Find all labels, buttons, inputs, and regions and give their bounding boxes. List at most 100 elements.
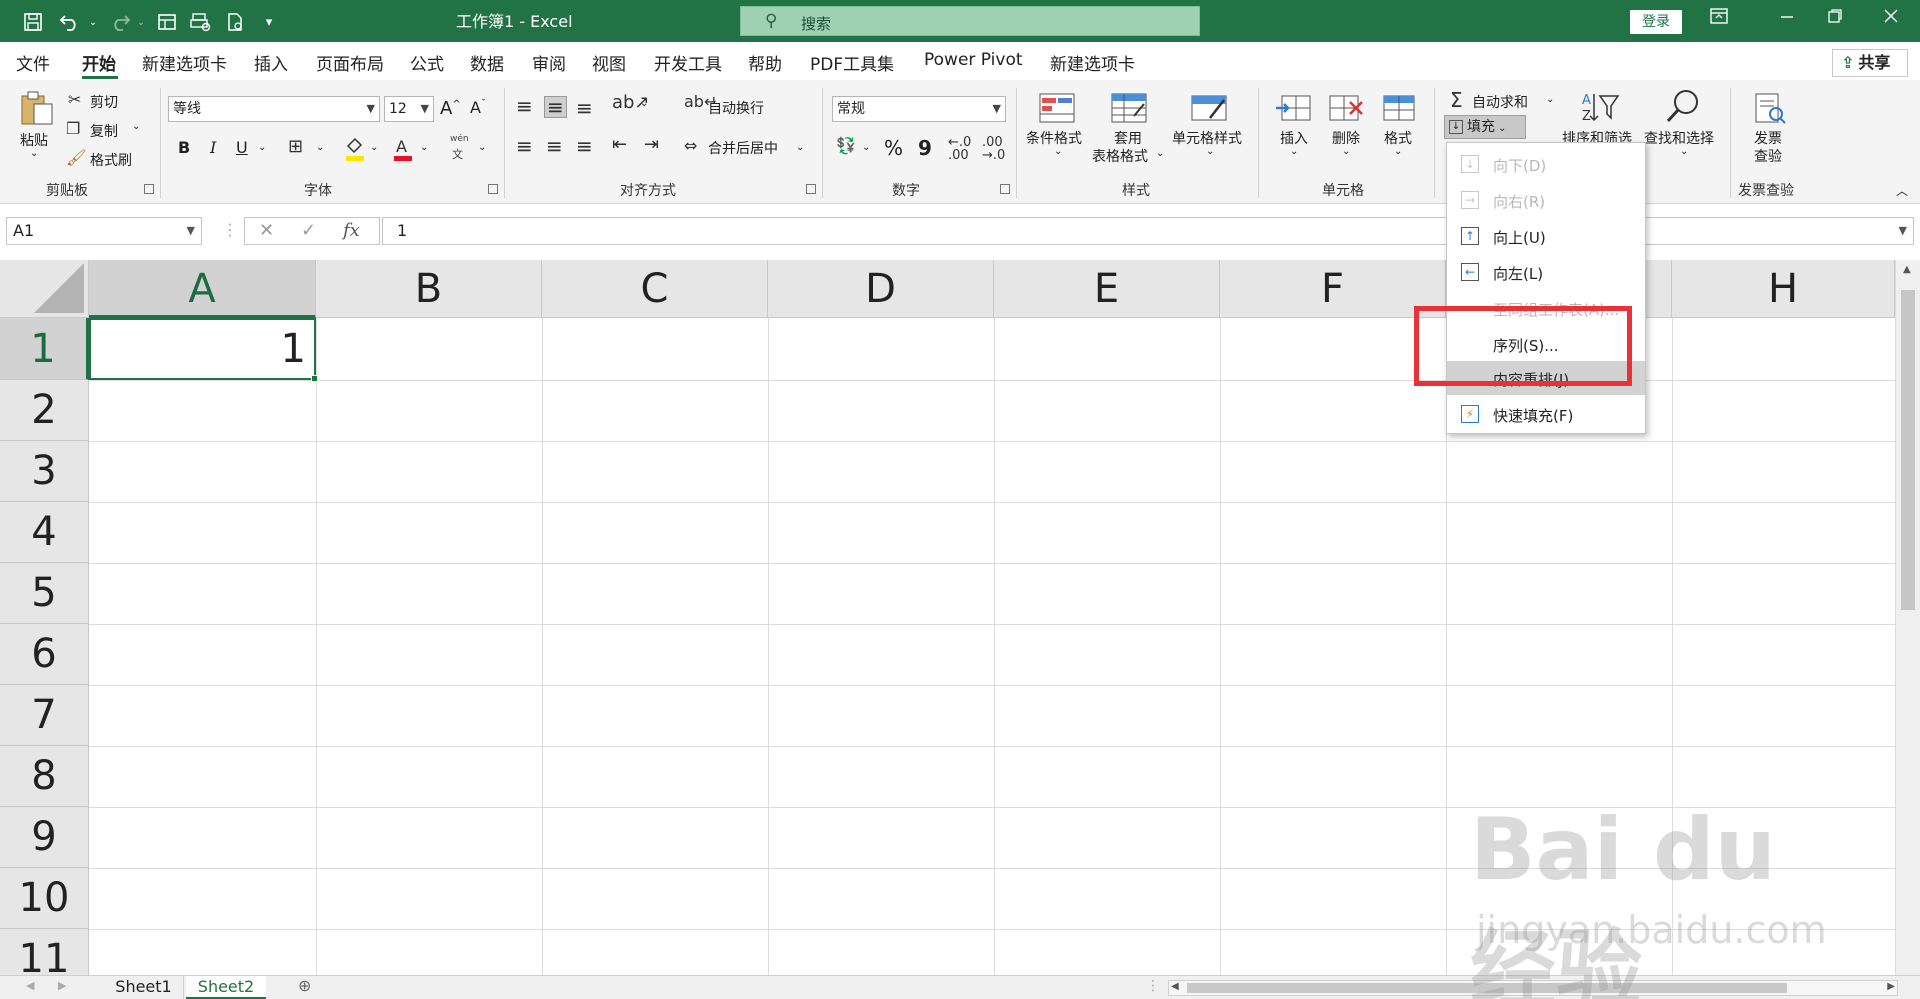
bold-button[interactable]: B — [178, 138, 190, 157]
row-header-10[interactable]: 10 — [0, 868, 89, 929]
scroll-left-icon[interactable]: ◀ — [1171, 981, 1179, 992]
font-color-dropdown-icon[interactable]: ⌄ — [420, 142, 428, 153]
merge-center-icon[interactable]: ⇔ — [684, 138, 697, 154]
tab-new-2[interactable]: 新建选项卡 — [1050, 50, 1135, 75]
align-top-icon[interactable]: ≡ — [516, 96, 533, 116]
decrease-decimal-icon[interactable]: .00 →.0 — [982, 136, 1005, 162]
tab-pdf-tools[interactable]: PDF工具集 — [810, 50, 894, 75]
autosum-label[interactable]: 自动求和 — [1472, 92, 1528, 112]
column-header-e[interactable]: E — [994, 260, 1220, 318]
cell-styles-dropdown-icon[interactable]: ⌄ — [1206, 146, 1214, 157]
table-format-icon[interactable] — [1110, 92, 1148, 124]
minimize-icon[interactable] — [1772, 8, 1802, 34]
format-painter-label[interactable]: 格式刷 — [90, 150, 132, 170]
number-launcher-icon[interactable] — [1000, 184, 1010, 194]
cancel-entry-icon[interactable]: ✕ — [259, 220, 274, 241]
search-input[interactable]: ⚲ 搜索 — [740, 6, 1200, 36]
vertical-scroll-thumb[interactable] — [1901, 290, 1915, 610]
column-header-f[interactable]: F — [1220, 260, 1446, 318]
fill-color-icon[interactable] — [344, 136, 366, 162]
tab-file[interactable]: 文件 — [16, 50, 50, 75]
menu-item-fill-left[interactable]: ← 向左(L) — [1447, 255, 1645, 289]
print-icon[interactable] — [222, 9, 248, 35]
number-format-select[interactable]: 常规 ▼ — [832, 96, 1006, 122]
share-button[interactable]: ⇪ 共享 — [1832, 49, 1908, 77]
tab-help[interactable]: 帮助 — [748, 50, 782, 75]
insert-cells-dropdown-icon[interactable]: ⌄ — [1290, 146, 1298, 157]
tab-insert[interactable]: 插入 — [254, 50, 288, 75]
tab-data[interactable]: 数据 — [470, 50, 504, 75]
column-header-c[interactable]: C — [542, 260, 768, 318]
merge-center-label[interactable]: 合并后居中 — [708, 138, 778, 158]
ribbon-display-icon[interactable] — [1704, 8, 1734, 34]
cut-label[interactable]: 剪切 — [90, 92, 118, 112]
confirm-entry-icon[interactable]: ✓ — [301, 220, 316, 241]
currency-icon[interactable]: 💱 — [836, 138, 856, 154]
delete-cells-icon[interactable] — [1328, 92, 1366, 124]
find-select-dropdown-icon[interactable]: ⌄ — [1680, 146, 1688, 157]
conditional-dropdown-icon[interactable]: ⌄ — [1054, 146, 1062, 157]
copy-icon[interactable]: ❐ — [66, 121, 80, 137]
align-left-icon[interactable]: ≡ — [516, 136, 533, 156]
sheet-tab-sheet1[interactable]: Sheet1 — [104, 976, 184, 999]
conditional-format-icon[interactable] — [1038, 92, 1076, 124]
phonetic-wen-zi-label[interactable]: 文 — [452, 146, 463, 162]
name-box[interactable]: A1 ▼ — [6, 217, 202, 245]
insert-cells-icon[interactable] — [1274, 92, 1312, 124]
cell-a1[interactable]: 1 — [89, 318, 318, 382]
select-all-corner[interactable] — [0, 260, 89, 318]
scroll-up-icon[interactable]: ▲ — [1903, 264, 1911, 275]
font-color-icon[interactable]: A — [392, 136, 414, 162]
expand-formula-icon[interactable]: ▼ — [1899, 218, 1907, 244]
merge-dropdown-icon[interactable]: ⌄ — [796, 142, 804, 153]
percent-button[interactable]: % — [884, 136, 903, 160]
font-name-select[interactable]: 等线 ▼ — [168, 96, 380, 122]
cell-styles-icon[interactable] — [1190, 92, 1228, 124]
table-format-label-1[interactable]: 套用 — [1114, 128, 1142, 148]
increase-font-icon[interactable]: A^ — [440, 98, 461, 119]
cell-styles-label[interactable]: 单元格样式 — [1172, 128, 1242, 148]
row-header-2[interactable]: 2 — [0, 380, 89, 441]
tab-page-layout[interactable]: 页面布局 — [316, 50, 384, 75]
save-icon[interactable] — [20, 9, 46, 35]
fill-button[interactable]: ↓ 填充 ⌄ — [1444, 115, 1526, 139]
increase-decimal-icon[interactable]: ←.0.00 — [948, 136, 971, 162]
clipboard-launcher-icon[interactable] — [144, 184, 154, 194]
vertical-scrollbar[interactable]: ▲ — [1895, 260, 1920, 975]
undo-icon[interactable] — [56, 9, 84, 35]
format-cells-dropdown-icon[interactable]: ⌄ — [1394, 146, 1402, 157]
paste-label[interactable]: 粘贴 — [20, 130, 48, 150]
row-header-1[interactable]: 1 — [0, 318, 89, 380]
customize-icon[interactable]: ▾ — [258, 9, 280, 35]
insert-function-icon[interactable]: fx — [343, 220, 360, 241]
alignment-launcher-icon[interactable] — [806, 184, 816, 194]
form-icon[interactable] — [154, 9, 180, 35]
align-center-icon[interactable]: ≡ — [546, 136, 563, 156]
menu-item-fill-up[interactable]: ↑ 向上(U) — [1447, 219, 1645, 253]
redo-icon[interactable] — [106, 9, 134, 35]
italic-button[interactable]: I — [210, 138, 216, 157]
paste-icon[interactable] — [18, 90, 56, 125]
invoice-label-1[interactable]: 发票 — [1754, 128, 1782, 148]
row-header-5[interactable]: 5 — [0, 563, 89, 624]
column-header-d[interactable]: D — [768, 260, 994, 318]
tab-developer[interactable]: 开发工具 — [654, 50, 722, 75]
paste-dropdown-icon[interactable]: ⌄ — [30, 148, 38, 159]
tab-view[interactable]: 视图 — [592, 50, 626, 75]
align-bottom-icon[interactable]: ≡ — [576, 98, 593, 118]
delete-cells-dropdown-icon[interactable]: ⌄ — [1342, 146, 1350, 157]
sheet-next-icon[interactable]: ▶ — [58, 979, 66, 992]
find-select-label[interactable]: 查找和选择 — [1644, 128, 1714, 148]
menu-item-fill-right[interactable]: → 向右(R) — [1447, 183, 1645, 217]
fill-color-dropdown-icon[interactable]: ⌄ — [370, 142, 378, 153]
underline-button[interactable]: U — [236, 138, 248, 157]
delete-cells-label[interactable]: 删除 — [1332, 128, 1360, 148]
invoice-label-2[interactable]: 查验 — [1754, 146, 1782, 166]
phonetic-dropdown-icon[interactable]: ⌄ — [478, 142, 486, 153]
collapse-ribbon-icon[interactable]: ︿ — [1896, 182, 1908, 199]
menu-item-flash-fill[interactable]: ⚡ 快速填充(F) — [1447, 397, 1645, 431]
copy-label[interactable]: 复制 — [90, 121, 118, 141]
undo-dropdown-icon[interactable]: ⌄ — [86, 9, 100, 35]
border-icon[interactable]: ⊞ — [288, 138, 303, 156]
autosum-icon[interactable]: Σ — [1450, 90, 1463, 110]
